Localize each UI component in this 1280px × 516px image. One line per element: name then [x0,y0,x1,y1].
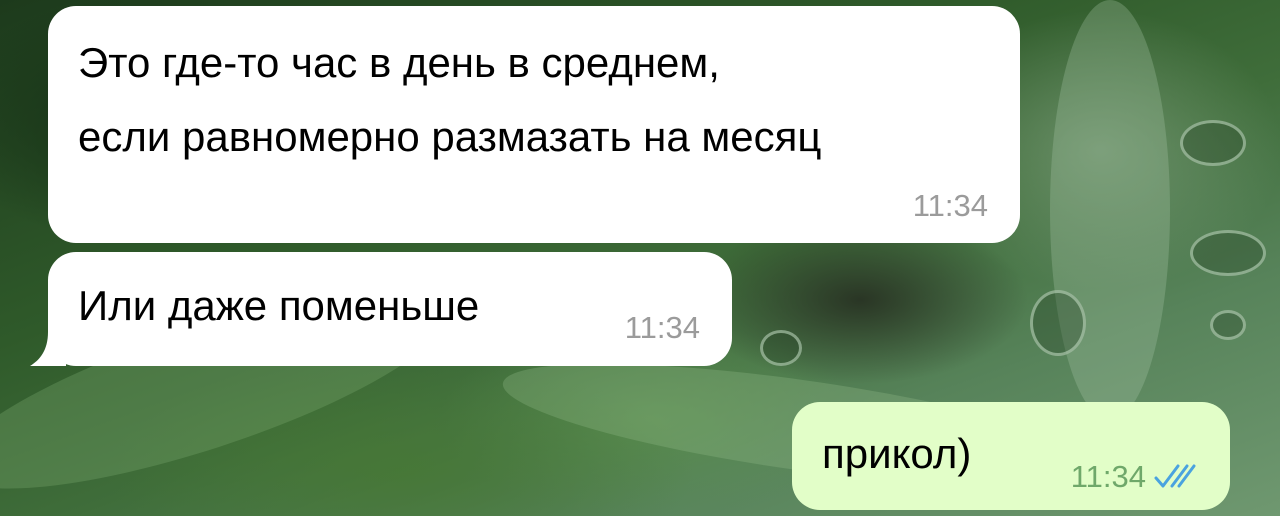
wallpaper-drop [760,330,802,366]
message-text-line: если равномерно размазать на месяц [78,113,822,160]
double-check-icon [1154,464,1196,488]
message-timestamp: 11:34 [1070,459,1146,494]
message-text: Или даже поменьше [78,282,480,329]
chat-background: Это где-то час в день в среднем, если ра… [0,0,1280,516]
message-bubble-incoming[interactable]: Или даже поменьше 11:34 [48,252,732,366]
message-bubble-incoming[interactable]: Это где-то час в день в среднем, если ра… [48,6,1020,243]
wallpaper-drop [1190,230,1266,276]
message-timestamp: 11:34 [912,188,988,223]
message-timestamp: 11:34 [624,310,700,345]
wallpaper-leaf [1050,0,1170,420]
message-bubble-outgoing[interactable]: прикол) 11:34 [792,402,1230,510]
bubble-tail-incoming [30,320,66,366]
wallpaper-drop [1180,120,1246,166]
message-text-line: Это где-то час в день в среднем, [78,39,720,86]
wallpaper-drop [1030,290,1086,356]
wallpaper-drop [1210,310,1246,340]
message-text: прикол) [822,430,972,477]
